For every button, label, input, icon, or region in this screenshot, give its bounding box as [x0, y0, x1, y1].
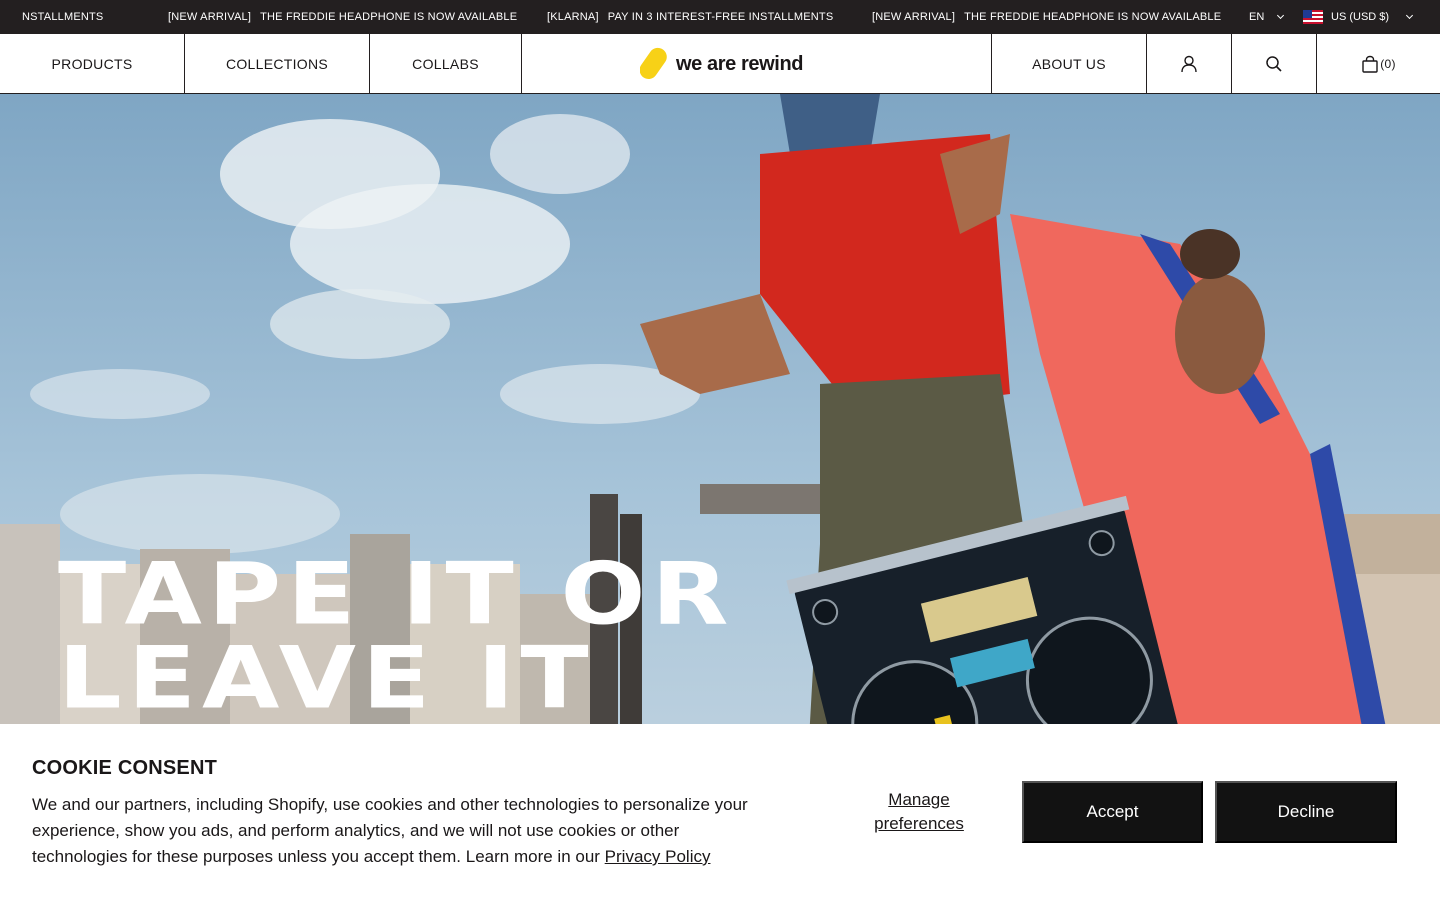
us-flag-icon	[1303, 10, 1323, 24]
announcement-message[interactable]: [KLARNA] PAY IN 3 INTEREST-FREE INSTALLME…	[547, 11, 833, 23]
announcement-tag: [NEW ARRIVAL]	[168, 11, 252, 23]
bag-icon	[1362, 55, 1378, 73]
cookie-consent-banner: COOKIE CONSENT We and our partners, incl…	[0, 724, 1440, 900]
logo-mark-icon	[640, 47, 667, 79]
announcement-ticker: NSTALLMENTS [NEW ARRIVAL] THE FREDDIE HEA…	[0, 0, 1230, 34]
announcement-tag: [KLARNA]	[547, 11, 599, 23]
hero-headline-line1: TAPE IT OR	[58, 543, 735, 645]
currency-label: US (USD $)	[1331, 11, 1390, 23]
announcement-message[interactable]: NSTALLMENTS	[22, 11, 103, 23]
manage-preferences-link[interactable]: Manage preferences	[862, 788, 976, 836]
logo-wordmark: we are rewind	[676, 52, 804, 75]
cookie-body: We and our partners, including Shopify, …	[32, 792, 772, 870]
search-icon	[1266, 55, 1282, 72]
hero-headline-line2: LEAVE IT	[58, 627, 595, 729]
main-navigation: PRODUCTS COLLECTIONS COLLABS we are rewi…	[0, 34, 1440, 94]
nav-products[interactable]: PRODUCTS	[0, 34, 185, 93]
nav-collections[interactable]: COLLECTIONS	[185, 34, 370, 93]
cart-count: (0)	[1380, 56, 1396, 71]
chevron-down-icon	[1406, 11, 1414, 20]
currency-selector[interactable]: US (USD $)	[1303, 0, 1414, 34]
privacy-policy-link[interactable]: Privacy Policy	[605, 847, 711, 866]
user-icon	[1181, 55, 1197, 72]
account-button[interactable]	[1147, 34, 1232, 93]
announcement-text: PAY IN 3 INTEREST-FREE INSTALLMENTS	[607, 11, 834, 23]
announcement-tag: [NEW ARRIVAL]	[872, 11, 956, 23]
cart-button[interactable]: (0)	[1317, 34, 1440, 93]
cookie-title: COOKIE CONSENT	[32, 757, 218, 779]
announcement-text: NSTALLMENTS	[22, 11, 104, 23]
hero-headline: TAPE IT OR LEAVE IT	[58, 543, 735, 729]
language-label: EN	[1249, 11, 1265, 23]
search-button[interactable]	[1232, 34, 1317, 93]
language-selector[interactable]: EN	[1249, 0, 1285, 34]
announcement-message[interactable]: [NEW ARRIVAL] THE FREDDIE HEADPHONE IS NO…	[872, 11, 1221, 23]
nav-collabs[interactable]: COLLABS	[370, 34, 522, 93]
site-logo[interactable]: we are rewind	[640, 47, 803, 81]
announcement-bar: NSTALLMENTS [NEW ARRIVAL] THE FREDDIE HEA…	[0, 0, 1440, 34]
accept-button[interactable]: Accept	[1022, 781, 1203, 843]
announcement-message[interactable]: [NEW ARRIVAL] THE FREDDIE HEADPHONE IS NO…	[168, 11, 517, 23]
announcement-text: THE FREDDIE HEADPHONE IS NOW AVAILABLE	[964, 11, 1222, 23]
announcement-text: THE FREDDIE HEADPHONE IS NOW AVAILABLE	[260, 11, 518, 23]
decline-button[interactable]: Decline	[1215, 781, 1397, 843]
nav-about-us[interactable]: ABOUT US	[992, 34, 1147, 93]
chevron-down-icon	[1277, 11, 1285, 20]
